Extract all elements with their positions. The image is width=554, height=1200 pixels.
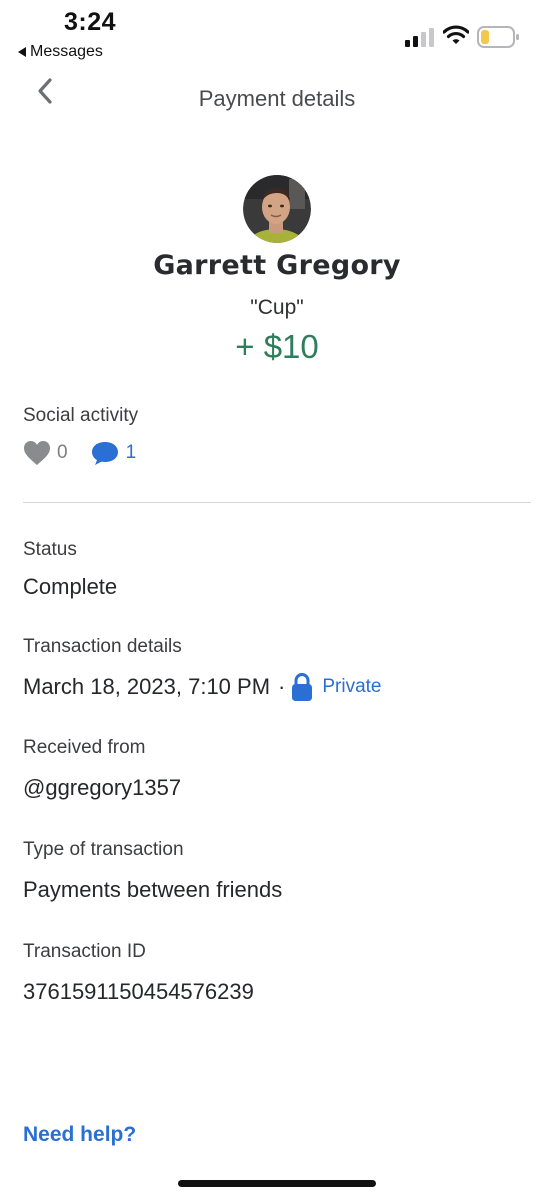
received-from-label: Received from: [23, 737, 146, 758]
payment-amount: + $10: [235, 328, 319, 365]
battery-low-icon: [477, 26, 519, 48]
counterparty-name[interactable]: Garrett Gregory: [0, 250, 554, 281]
social-activity-label: Social activity: [23, 405, 139, 426]
section-divider: [23, 502, 531, 503]
back-app-label: Messages: [30, 43, 103, 60]
social-activity-row: 0 1: [23, 440, 136, 466]
lock-icon: [292, 673, 313, 701]
like-count: 0: [57, 442, 68, 463]
page-title: Payment details: [198, 86, 356, 111]
received-from-value[interactable]: @ggregory1357: [23, 775, 181, 801]
transaction-id-value: 3761591150454576239: [23, 979, 254, 1004]
heart-icon: [24, 441, 50, 465]
home-indicator[interactable]: [178, 1180, 376, 1187]
back-to-app-link[interactable]: Messages: [18, 43, 103, 61]
comment-count: 1: [125, 442, 137, 463]
transaction-details-label: Transaction details: [23, 636, 182, 657]
privacy-label: Private: [322, 676, 382, 697]
comment-bubble-icon: [91, 442, 118, 465]
wifi-icon: [443, 25, 469, 44]
like-button[interactable]: 0: [23, 440, 90, 466]
comment-button[interactable]: 1: [90, 440, 137, 466]
status-value: Complete: [23, 574, 118, 599]
transaction-date: March 18, 2023, 7:10 PM: [23, 674, 271, 699]
avatar[interactable]: [243, 175, 311, 243]
cellular-signal-icon: [405, 28, 434, 47]
separator-dot: ·: [278, 674, 286, 699]
transaction-type-label: Type of transaction: [23, 839, 184, 860]
need-help-link[interactable]: Need help?: [23, 1123, 136, 1147]
privacy-setting[interactable]: Private: [291, 672, 382, 702]
status-label: Status: [23, 539, 77, 560]
status-time: 3:24: [64, 8, 117, 36]
transaction-type-value: Payments between friends: [23, 877, 283, 902]
payment-note: "Cup": [250, 296, 304, 319]
transaction-id-label: Transaction ID: [23, 941, 146, 962]
back-triangle-icon: [18, 47, 26, 57]
transaction-details-row: March 18, 2023, 7:10 PM · Private: [23, 672, 382, 702]
